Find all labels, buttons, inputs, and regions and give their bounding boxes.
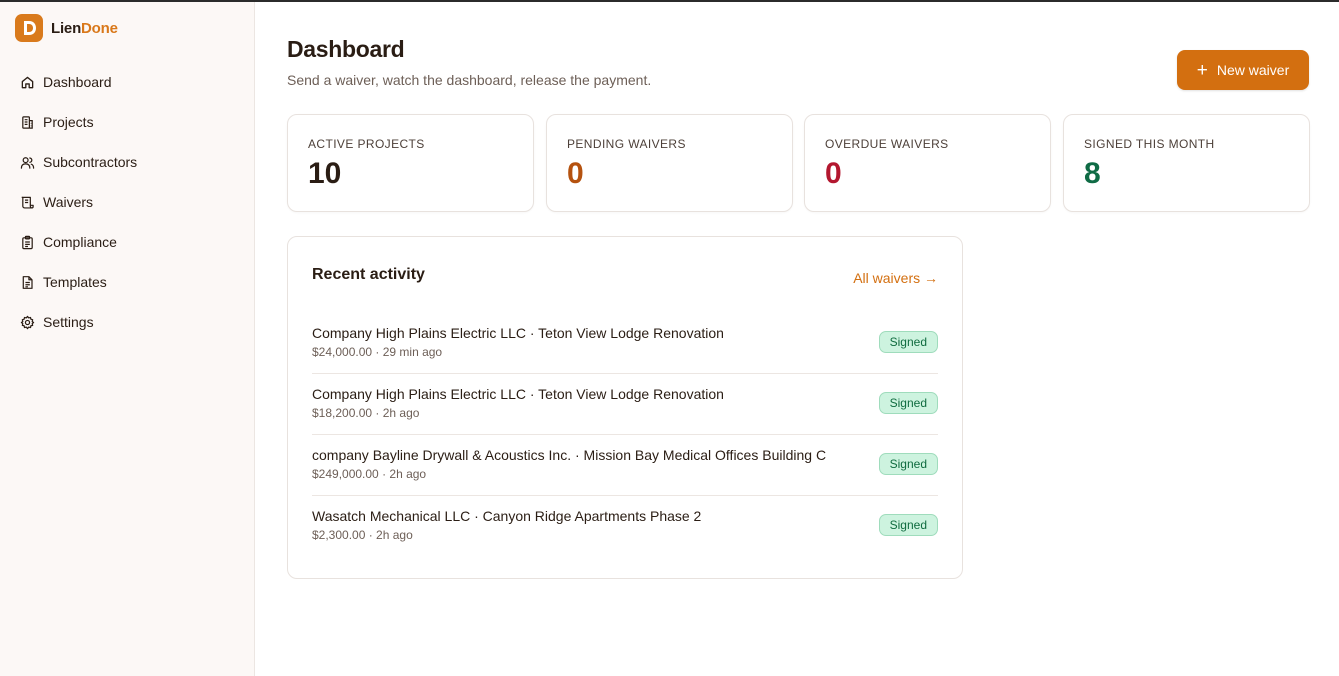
scroll-icon [19,194,35,210]
activity-row-title: Wasatch Mechanical LLC · Canyon Ridge Ap… [312,508,702,524]
activity-row[interactable]: Wasatch Mechanical LLC · Canyon Ridge Ap… [312,496,938,557]
status-badge: Signed [878,514,938,536]
users-icon [19,154,35,170]
activity-row-title: Company High Plains Electric LLC · Teton… [312,386,724,402]
activity-row-meta: $24,000.00 · 29 min ago [312,345,443,359]
stat-value: 0 [567,157,584,190]
stat-label: ACTIVE PROJECTS [308,137,425,151]
status-badge: Signed [878,331,938,353]
stat-card-active-projects: ACTIVE PROJECTS 10 [287,114,534,212]
stat-label: SIGNED THIS MONTH [1084,137,1215,151]
activity-row[interactable]: Company High Plains Electric LLC · Teton… [312,313,938,374]
stat-card-pending-waivers: PENDING WAIVERS 0 [546,114,793,212]
status-badge: Signed [878,392,938,414]
sidebar-item-projects[interactable]: Projects [0,102,255,142]
sidebar-item-waivers[interactable]: Waivers [0,182,255,222]
stat-card-overdue-waivers: OVERDUE WAIVERS 0 [804,114,1051,212]
sidebar-item-templates[interactable]: Templates [0,262,255,302]
sidebar-item-label: Settings [43,314,94,330]
sidebar: LienDone Dashboard Projects Subcontracto… [0,2,255,676]
stat-label: PENDING WAIVERS [567,137,686,151]
activity-row[interactable]: company Bayline Drywall & Acoustics Inc.… [312,435,938,496]
stat-label: OVERDUE WAIVERS [825,137,949,151]
sidebar-nav: Dashboard Projects Subcontractors Waiver… [0,62,255,342]
stat-value: 8 [1084,157,1101,190]
liendone-logo-icon [15,14,43,42]
building-icon [19,114,35,130]
new-waiver-button[interactable]: + New waiver [1177,50,1309,90]
sidebar-item-compliance[interactable]: Compliance [0,222,255,262]
activity-list: Company High Plains Electric LLC · Teton… [312,313,938,557]
sidebar-item-dashboard[interactable]: Dashboard [0,62,255,102]
sidebar-item-label: Dashboard [43,74,112,90]
sidebar-item-label: Waivers [43,194,94,210]
stat-value: 10 [308,157,342,190]
brand-name: LienDone [51,20,118,37]
document-icon [19,274,35,290]
activity-row-meta: $18,200.00 · 2h ago [312,406,420,420]
home-icon [19,74,35,90]
stats-row: ACTIVE PROJECTS 10 PENDING WAIVERS 0 OVE… [287,114,1310,212]
stat-value: 0 [825,157,842,190]
sidebar-item-label: Projects [43,114,94,130]
plus-icon: + [1196,59,1208,81]
stat-card-signed-this-month: SIGNED THIS MONTH 8 [1063,114,1310,212]
sidebar-item-label: Subcontractors [43,154,138,170]
status-badge: Signed [878,453,938,475]
all-waivers-link[interactable]: All waivers → [853,270,938,286]
activity-row-title: Company High Plains Electric LLC · Teton… [312,325,724,341]
clipboard-icon [19,234,35,250]
sidebar-item-label: Templates [43,274,107,290]
brand[interactable]: LienDone [15,14,118,42]
activity-row-meta: $2,300.00 · 2h ago [312,528,413,542]
recent-activity-title: Recent activity [312,266,425,283]
recent-activity-card: Recent activity All waivers → Company Hi… [287,236,963,579]
brand-name-part1: Lien [51,19,82,37]
activity-row-title: company Bayline Drywall & Acoustics Inc.… [312,447,827,463]
gear-icon [19,314,35,330]
sidebar-item-subcontractors[interactable]: Subcontractors [0,142,255,182]
page-subtitle: Send a waiver, watch the dashboard, rele… [287,72,652,88]
new-waiver-button-label: New waiver [1216,62,1290,78]
page-title: Dashboard [287,36,405,62]
sidebar-item-label: Compliance [43,234,117,250]
sidebar-item-settings[interactable]: Settings [0,302,255,342]
activity-row-meta: $249,000.00 · 2h ago [312,467,427,481]
activity-row[interactable]: Company High Plains Electric LLC · Teton… [312,374,938,435]
brand-name-part2: Done [81,19,118,37]
